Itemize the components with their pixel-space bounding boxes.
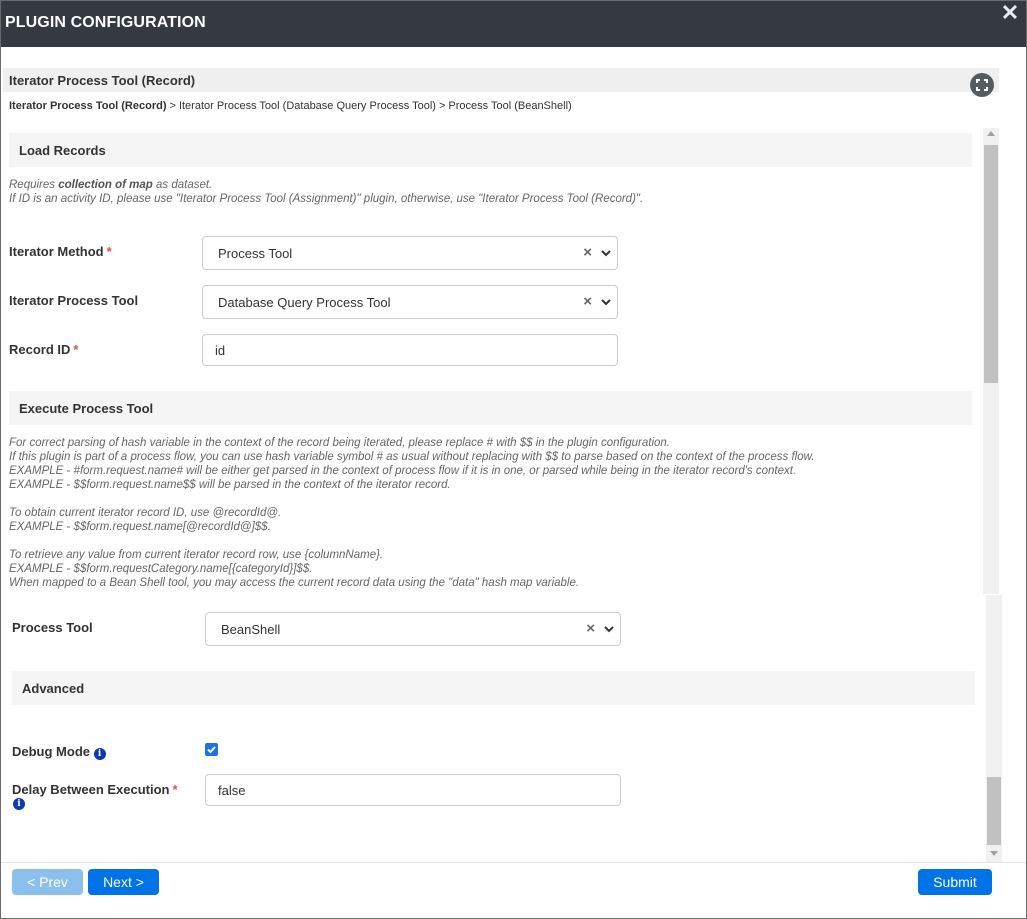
scroll-down-arrow-icon[interactable] (990, 851, 998, 856)
submit-button[interactable]: Submit (918, 869, 992, 895)
breadcrumb-item[interactable]: Iterator Process Tool (Record) (9, 100, 167, 112)
footer-divider (1, 862, 1026, 863)
record-id-input[interactable] (202, 334, 618, 366)
load-records-description: Requires collection of map as dataset. I… (9, 179, 644, 205)
section-load-records: Load Records (9, 133, 972, 167)
select-value: Database Query Process Tool (218, 295, 391, 310)
iterator-method-label: Iterator Method * (9, 244, 112, 259)
select-value: BeanShell (221, 622, 281, 637)
breadcrumb-item[interactable]: Iterator Process Tool (Database Query Pr… (179, 100, 436, 112)
chevron-down-icon[interactable] (599, 295, 613, 309)
clear-icon[interactable]: × (586, 620, 595, 637)
dialog-title: PLUGIN CONFIGURATION (5, 14, 206, 31)
section-advanced: Advanced (12, 671, 975, 705)
iterator-process-tool-label: Iterator Process Tool (9, 293, 139, 308)
plugin-config-dialog: PLUGIN CONFIGURATION ✕ Iterator Process … (0, 0, 1027, 919)
record-id-label: Record ID * (9, 342, 79, 357)
process-tool-label: Process Tool (12, 620, 93, 635)
clear-icon[interactable]: × (583, 244, 592, 261)
iterator-process-tool-select[interactable]: Database Query Process Tool × (202, 285, 618, 319)
info-icon[interactable]: i (13, 798, 25, 810)
delay-label: Delay Between Execution * (12, 782, 178, 797)
close-icon[interactable]: ✕ (1000, 2, 1020, 24)
process-tool-select[interactable]: BeanShell × (205, 612, 621, 646)
section-title: Advanced (22, 681, 85, 696)
debug-mode-label: Debug Mode i (12, 744, 106, 760)
chevron-down-icon[interactable] (599, 246, 613, 260)
execute-description: For correct parsing of hash variable in … (9, 437, 815, 589)
next-button[interactable]: Next > (88, 869, 159, 895)
iterator-method-select[interactable]: Process Tool × (202, 236, 618, 270)
plugin-title-bar: Iterator Process Tool (Record) (3, 68, 999, 92)
scrollbar-thumb[interactable] (987, 777, 1001, 845)
breadcrumb-separator: > (169, 100, 176, 112)
fullscreen-icon[interactable] (970, 73, 994, 97)
chevron-down-icon[interactable] (602, 622, 616, 636)
scrollbar-thumb[interactable] (984, 145, 998, 383)
prev-button[interactable]: < Prev (12, 869, 83, 895)
check-icon (207, 746, 216, 754)
info-icon[interactable]: i (93, 748, 106, 760)
plugin-title: Iterator Process Tool (Record) (9, 73, 196, 88)
section-execute-process-tool: Execute Process Tool (9, 391, 972, 425)
breadcrumb-item[interactable]: Process Tool (BeanShell) (448, 100, 571, 112)
scroll-up-arrow-icon[interactable] (987, 131, 995, 136)
clear-icon[interactable]: × (583, 293, 592, 310)
delay-input[interactable] (205, 774, 621, 806)
section-title: Load Records (19, 143, 106, 158)
section-title: Execute Process Tool (19, 401, 154, 416)
breadcrumb-separator: > (438, 100, 446, 112)
select-value: Process Tool (218, 246, 293, 261)
dialog-header: PLUGIN CONFIGURATION ✕ (1, 1, 1026, 47)
debug-mode-checkbox[interactable] (205, 743, 218, 756)
breadcrumb: Iterator Process Tool (Record) > Iterator … (9, 100, 572, 112)
